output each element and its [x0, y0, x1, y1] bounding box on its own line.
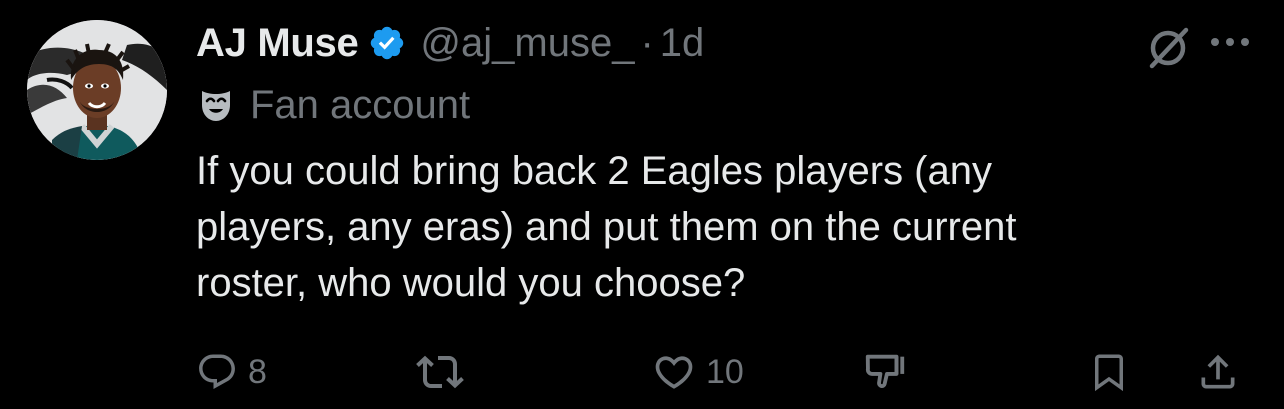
more-options-icon[interactable]: [1208, 30, 1252, 54]
account-label: Fan account: [196, 80, 470, 130]
tweet-header: AJ Muse @aj_muse_ · 1d: [196, 18, 704, 68]
repost-icon: [416, 355, 464, 389]
bookmark-button[interactable]: [1088, 344, 1130, 400]
share-icon: [1201, 354, 1235, 389]
verified-badge-icon[interactable]: [368, 24, 406, 62]
grok-icon[interactable]: [1142, 22, 1194, 74]
avatar-image: [27, 20, 167, 160]
share-button[interactable]: [1196, 344, 1240, 400]
reply-count: 8: [248, 352, 267, 391]
reply-button[interactable]: 8: [196, 344, 267, 400]
bookmark-icon: [1095, 354, 1123, 392]
like-count: 10: [706, 352, 744, 391]
reply-icon: [199, 354, 235, 389]
user-handle[interactable]: @aj_muse_: [420, 21, 634, 66]
tweet-text-line: If you could bring back 2 Eagles players…: [196, 149, 992, 193]
tweet-text-line: roster, who would you choose?: [196, 261, 746, 305]
downvote-button[interactable]: [862, 344, 908, 400]
display-name[interactable]: AJ Muse: [196, 21, 359, 66]
fan-account-label: Fan account: [250, 82, 471, 127]
separator-dot: ·: [640, 20, 654, 65]
avatar[interactable]: [27, 20, 167, 160]
repost-button[interactable]: [416, 344, 474, 400]
heart-icon: [655, 356, 693, 389]
action-bar: 8 10: [0, 344, 1284, 400]
tweet-text: If you could bring back 2 Eagles players…: [196, 143, 1256, 311]
downvote-icon: [865, 354, 905, 388]
tweet-card[interactable]: AJ Muse @aj_muse_ · 1d Fan account If yo…: [0, 0, 1284, 409]
tweet-text-line: players, any eras) and put them on the c…: [196, 205, 1017, 249]
timestamp[interactable]: 1d: [660, 21, 705, 66]
like-button[interactable]: 10: [652, 344, 744, 400]
theater-mask-icon: [196, 85, 236, 125]
